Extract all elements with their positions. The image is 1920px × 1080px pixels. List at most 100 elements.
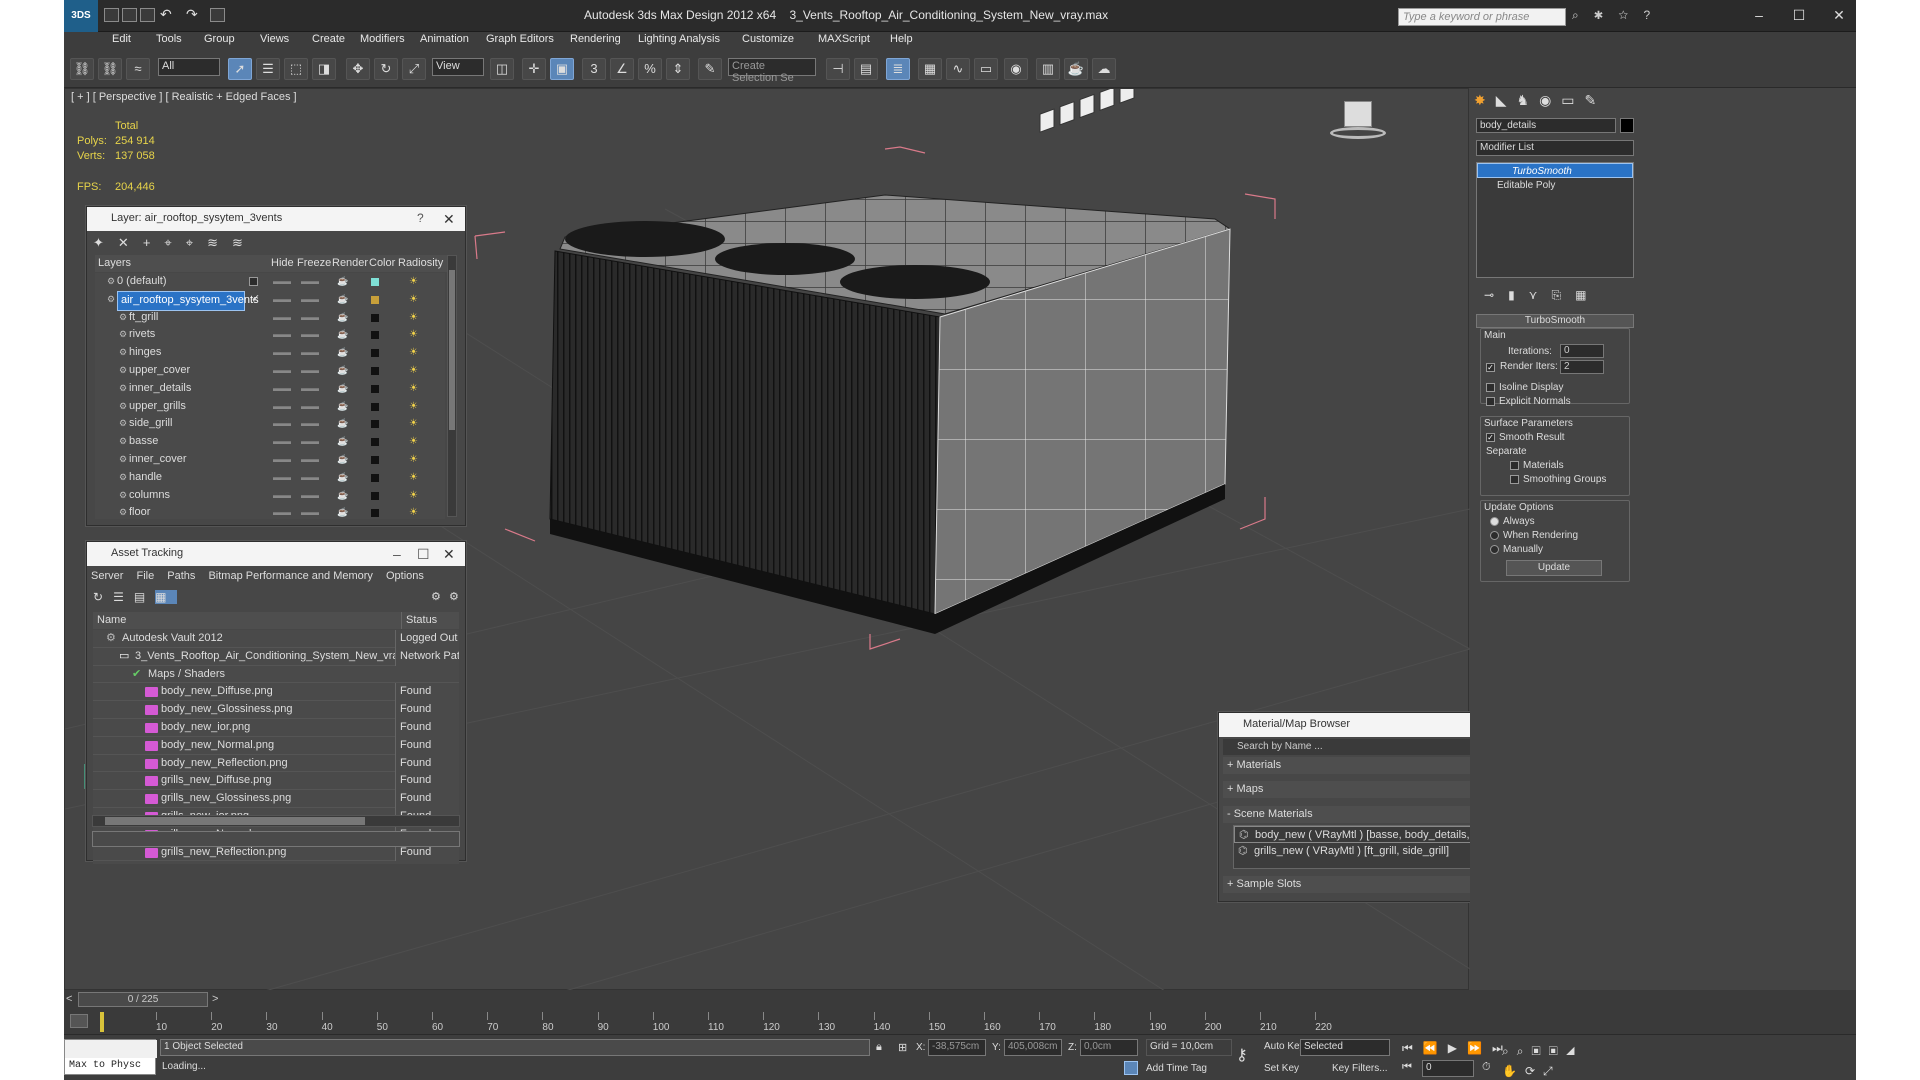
layer-color-swatch[interactable] (371, 473, 379, 482)
radiosity-bulb-icon[interactable]: ☀ (409, 469, 418, 487)
hide-toggle[interactable]: ▬▬ (273, 469, 291, 487)
maximize-viewport-icon[interactable]: ⤢ (1543, 1064, 1561, 1078)
layer-color-swatch[interactable] (371, 491, 379, 500)
object-name-field[interactable]: body_details (1476, 118, 1616, 133)
time-config-icon[interactable]: ⏱ (1482, 1061, 1491, 1074)
render-teapot-icon[interactable]: ☕ (337, 451, 348, 469)
turbosmooth-rollout-header[interactable]: TurboSmooth (1476, 314, 1634, 328)
goto-start-icon[interactable]: ⏮ (1402, 1041, 1423, 1055)
key-mode-select[interactable]: Selected (1300, 1039, 1390, 1056)
add-time-tag-label[interactable]: Add Time Tag (1146, 1063, 1207, 1074)
layer-row[interactable]: ⚙ basse ▬▬ ▬▬ ☕ ☀ (95, 433, 445, 451)
select-object-icon[interactable]: ➚ (228, 58, 252, 80)
highlight-layer-icon[interactable]: ⌖ (186, 235, 207, 250)
layer-name[interactable]: hinges (129, 344, 161, 362)
hierarchy-tab-icon[interactable]: ♞ (1517, 92, 1540, 108)
hide-toggle[interactable]: ▬▬ (273, 504, 291, 519)
stack-item-editable-poly[interactable]: Editable Poly (1477, 178, 1633, 193)
layer-name[interactable]: rivets (129, 326, 155, 344)
close-button[interactable]: ✕ (1824, 4, 1854, 26)
explicit-normals-checkbox[interactable]: Explicit Normals (1486, 396, 1571, 407)
minimize-button[interactable]: – (1744, 4, 1774, 26)
freeze-toggle[interactable]: ▬▬ (301, 309, 319, 327)
layer-color-swatch[interactable] (371, 295, 379, 304)
key-mode-toggle-icon[interactable]: ⏮ (1402, 1061, 1412, 1074)
asset-row[interactable]: ✔ Maps / Shaders (93, 666, 459, 684)
freeze-toggle[interactable]: ▬▬ (301, 380, 319, 398)
freeze-all-icon[interactable]: ≋ (232, 235, 257, 250)
asset-menu-server[interactable]: Server (91, 570, 123, 582)
open-file-icon[interactable] (122, 8, 137, 22)
layer-color-swatch[interactable] (371, 331, 379, 340)
save-file-icon[interactable] (140, 8, 155, 22)
motion-tab-icon[interactable]: ◉ (1539, 92, 1561, 108)
create-tab-icon[interactable]: ✸ (1474, 92, 1496, 108)
mini-curve-editor-icon[interactable] (70, 1014, 88, 1028)
pivot-center-icon[interactable]: ◫ (490, 58, 514, 80)
asset-row[interactable]: body_new_ior.png Found (93, 718, 459, 737)
list-view-icon[interactable]: ☰ (113, 590, 134, 604)
modifier-list-dropdown[interactable]: Modifier List (1476, 140, 1634, 156)
new-file-icon[interactable] (104, 8, 119, 22)
hide-toggle[interactable]: ▬▬ (273, 291, 291, 309)
render-setup-icon[interactable]: ▥ (1036, 58, 1060, 80)
layer-color-swatch[interactable] (371, 455, 379, 464)
freeze-toggle[interactable]: ▬▬ (301, 344, 319, 362)
perspective-viewport[interactable]: [ + ] [ Perspective ] [ Realistic + Edge… (64, 88, 1576, 991)
layer-color-swatch[interactable] (371, 366, 379, 375)
spinner-snap-icon[interactable]: ⇕ (666, 58, 690, 80)
orbit-icon[interactable]: ⟳ (1525, 1064, 1543, 1078)
always-radio[interactable]: Always (1490, 516, 1535, 527)
current-frame-field[interactable]: 0 (1422, 1060, 1474, 1077)
radiosity-bulb-icon[interactable]: ☀ (409, 273, 418, 291)
y-coord-field[interactable]: 405,008cm (1004, 1039, 1062, 1056)
layer-name[interactable]: side_grill (129, 415, 172, 433)
layer-row[interactable]: ⚙ inner_details ▬▬ ▬▬ ☕ ☀ (95, 380, 445, 398)
zoom-extents-icon[interactable]: ▣ (1531, 1044, 1548, 1058)
layer-name[interactable]: ft_grill (129, 309, 158, 327)
move-icon[interactable]: ✥ (346, 58, 370, 80)
asset-row[interactable]: ⚙ Autodesk Vault 2012 Logged Out ... (93, 630, 459, 648)
radiosity-bulb-icon[interactable]: ☀ (409, 398, 418, 416)
layer-row[interactable]: ⚙ upper_grills ▬▬ ▬▬ ☕ ☀ (95, 398, 445, 416)
unlink-icon[interactable]: ⛓ (98, 58, 122, 80)
freeze-toggle[interactable]: ▬▬ (301, 451, 319, 469)
asset-row[interactable]: body_new_Reflection.png Found (93, 754, 459, 773)
update-button[interactable]: Update (1506, 560, 1602, 576)
radiosity-bulb-icon[interactable]: ☀ (409, 487, 418, 505)
search-input[interactable]: Type a keyword or phrase (1398, 8, 1566, 26)
hide-toggle[interactable]: ▬▬ (273, 451, 291, 469)
refresh-icon[interactable]: ↻ (93, 590, 113, 604)
col-hide[interactable]: Hide (271, 255, 294, 272)
menu-modifiers[interactable]: Modifiers (360, 33, 405, 45)
absolute-mode-icon[interactable]: ⊞ (898, 1041, 907, 1054)
maximize-button[interactable]: ☐ (1784, 4, 1814, 26)
select-by-name-icon[interactable]: ☰ (256, 58, 280, 80)
layer-name[interactable]: 0 (default) (117, 273, 167, 291)
remove-modifier-icon[interactable]: ⎘ (1551, 288, 1575, 302)
set-key-button[interactable]: Set Key (1264, 1063, 1299, 1074)
radiosity-bulb-icon[interactable]: ☀ (409, 433, 418, 451)
hide-toggle[interactable]: ▬▬ (273, 415, 291, 433)
schematic-view-icon[interactable]: ▭ (974, 58, 998, 80)
asset-settings-icon[interactable]: ⚙ (449, 590, 459, 603)
radiosity-bulb-icon[interactable]: ☀ (409, 415, 418, 433)
menu-group[interactable]: Group (204, 33, 235, 45)
menu-views[interactable]: Views (260, 33, 289, 45)
layer-name[interactable]: upper_grills (129, 398, 186, 416)
hide-toggle[interactable]: ▬▬ (273, 309, 291, 327)
render-teapot-icon[interactable]: ☕ (337, 362, 348, 380)
freeze-toggle[interactable]: ▬▬ (301, 326, 319, 344)
freeze-toggle[interactable]: ▬▬ (301, 362, 319, 380)
radiosity-bulb-icon[interactable]: ☀ (409, 309, 418, 327)
percent-snap-icon[interactable]: % (638, 58, 662, 80)
hide-toggle[interactable]: ▬▬ (273, 398, 291, 416)
render-iters-spinner[interactable]: 2 (1560, 360, 1604, 374)
layer-row[interactable]: ⚙ columns ▬▬ ▬▬ ☕ ☀ (95, 487, 445, 505)
active-layer-checkbox[interactable] (249, 277, 258, 286)
layer-row[interactable]: ⚙ side_grill ▬▬ ▬▬ ☕ ☀ (95, 415, 445, 433)
x-coord-field[interactable]: -38,575cm (928, 1039, 986, 1056)
layer-panel-close-icon[interactable]: ✕ (443, 211, 455, 228)
layer-name[interactable]: handle (129, 469, 162, 487)
hide-toggle[interactable]: ▬▬ (273, 344, 291, 362)
